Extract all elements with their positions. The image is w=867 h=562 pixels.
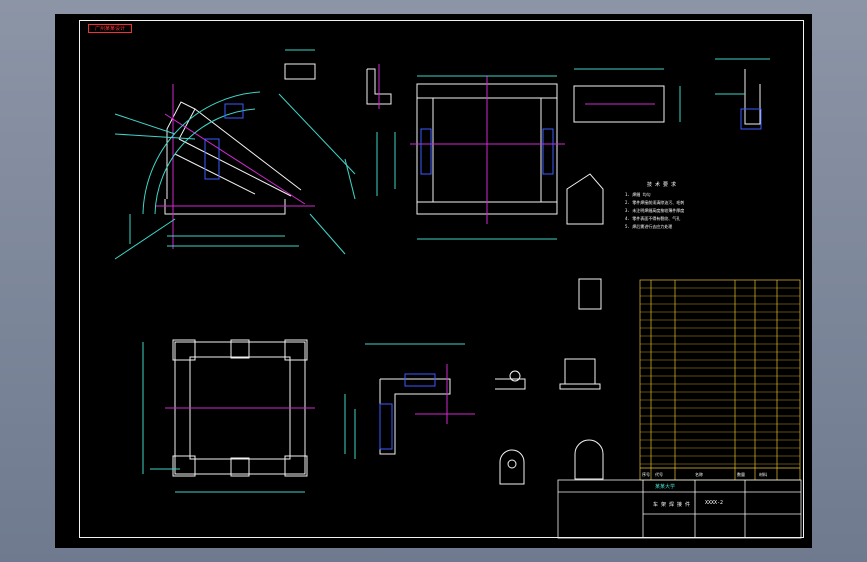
detail-plate	[284, 63, 316, 80]
gusset-edge	[178, 138, 292, 197]
mid-plate	[230, 339, 250, 359]
bom-table	[639, 279, 801, 481]
gusset-edge	[194, 108, 302, 191]
dimension-line	[309, 213, 346, 255]
gusset-plate	[566, 173, 604, 225]
view-corner-gusset	[114, 84, 356, 260]
bom-rows	[640, 287, 800, 465]
title-block-title: 车 架 焊 接 件	[653, 501, 690, 508]
detail-gusset-small	[566, 173, 604, 225]
notes-line: 1. 焊缝 均匀	[625, 191, 651, 197]
view-side-section	[573, 58, 770, 130]
joint-plate	[542, 128, 554, 175]
bracket-base	[740, 108, 762, 130]
bracket-detail	[564, 358, 596, 385]
joint-gusset	[379, 403, 393, 450]
bom-header-row: 序号 代号 名称 数量 材料	[642, 471, 767, 477]
notes-line: 5. 焊后需进行去应力处理	[625, 223, 672, 229]
notes-line: 2. 零件焊接前须清除油污、毛刺	[625, 199, 684, 205]
small-detail-views	[495, 278, 604, 485]
bom-header-cell: 数量	[737, 471, 745, 477]
lug-profile	[574, 439, 604, 480]
dimension-line	[114, 113, 176, 135]
joint-profile	[379, 378, 451, 455]
detail-views-top	[284, 49, 392, 109]
technical-notes: 技 术 要 求 1. 焊缝 均匀 2. 零件焊接前须清除油污、毛刺 3. 未注明…	[625, 181, 684, 229]
lug-profile	[499, 449, 525, 485]
view-front-frame	[376, 75, 565, 240]
mid-plate	[230, 457, 250, 477]
view-plan-frame	[142, 339, 315, 493]
dimension-line	[114, 218, 176, 260]
frame-outline	[166, 101, 196, 199]
title-block-outline	[557, 479, 802, 539]
dimension-line	[344, 158, 356, 200]
clamp-profile	[495, 378, 526, 390]
cad-drawing-canvas: 技 术 要 求 1. 焊缝 均匀 2. 零件焊接前须清除油污、毛刺 3. 未注明…	[114, 49, 802, 539]
cad-viewport[interactable]: 广州某某设计 技 术 要 求 1. 焊缝 均匀 2. 零件焊接前须清除油污、毛刺…	[55, 14, 812, 548]
dimension-line	[278, 93, 356, 175]
dimension-line	[114, 133, 196, 140]
lug-hole	[507, 459, 517, 469]
joint-plate	[420, 128, 432, 175]
base-plate	[559, 383, 601, 390]
notes-line: 3. 未注明焊缝高度按较薄件厚度	[625, 207, 684, 213]
title-block-drawing-no: XXXX-2	[705, 500, 723, 506]
bom-header-cell: 名称	[695, 471, 703, 477]
bom-outline	[639, 279, 801, 481]
gusset-edge	[174, 153, 256, 195]
notes-line: 4. 零件表面不得有裂纹、气孔	[625, 215, 680, 221]
bom-header-cell: 材料	[759, 471, 767, 477]
title-block-school: 某某大学	[655, 483, 675, 490]
title-block	[557, 479, 802, 539]
view-joint-detail	[344, 343, 475, 459]
bracket-profile	[744, 69, 761, 125]
notes-title: 技 术 要 求	[647, 181, 676, 188]
plate-detail	[578, 278, 602, 310]
joint-gusset	[404, 373, 436, 387]
bom-header-cell: 代号	[655, 471, 663, 477]
bom-header-cell: 序号	[642, 471, 650, 477]
